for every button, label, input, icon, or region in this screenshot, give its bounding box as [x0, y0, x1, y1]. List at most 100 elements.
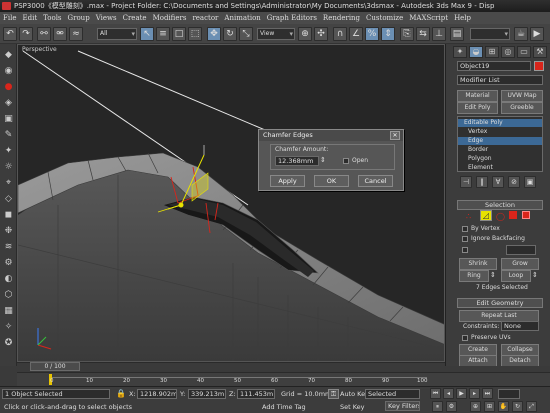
key-icon[interactable]: ⚿	[328, 389, 339, 399]
y-coordinate-input[interactable]: 339.213m	[188, 389, 226, 399]
track-bar[interactable]: 0 10 20 30 40 50 60 70 80 90 100	[17, 372, 550, 386]
select-rotate-icon[interactable]: ↻	[223, 27, 237, 41]
remove-modifier-icon[interactable]: ⊘	[508, 176, 520, 188]
lock-selection-icon[interactable]: 🔒	[116, 389, 126, 399]
menu-maxscript[interactable]: MAXScript	[406, 12, 451, 24]
vertex-mode-icon[interactable]: ∴	[466, 212, 475, 221]
time-bar[interactable]	[17, 362, 445, 372]
stack-item-polygon[interactable]: Polygon	[458, 155, 542, 163]
close-icon[interactable]: ✕	[390, 131, 400, 140]
menu-edit[interactable]: Edit	[19, 12, 40, 24]
named-selection-icon[interactable]: ⎘	[400, 27, 414, 41]
selection-rollout-header[interactable]: Selection	[457, 200, 543, 210]
menu-customize[interactable]: Customize	[363, 12, 406, 24]
constraints-dropdown[interactable]: None	[501, 321, 539, 331]
open-checkbox[interactable]	[343, 158, 349, 164]
zoom-icon[interactable]: ⊕	[470, 401, 481, 412]
render-setup-icon[interactable]: ☕	[514, 27, 528, 41]
snap-toggle-icon[interactable]: ∩	[333, 27, 347, 41]
pan-icon[interactable]: ✋	[498, 401, 509, 412]
greeble-button[interactable]: Greeble	[501, 102, 543, 114]
menu-animation[interactable]: Animation	[221, 12, 263, 24]
motion-icon[interactable]: ◈	[3, 98, 14, 109]
layer-manager-icon[interactable]: ▤	[450, 27, 464, 41]
bind-space-warp-icon[interactable]: ≈	[69, 27, 83, 41]
set-key-button[interactable]: Set Key	[340, 403, 365, 411]
manipulate-icon[interactable]: ✣	[314, 27, 328, 41]
ring-button[interactable]: Ring	[459, 270, 489, 282]
hierarchy-icon[interactable]: ●	[3, 82, 14, 93]
edit-geometry-rollout-header[interactable]: Edit Geometry	[457, 298, 543, 308]
light-icon[interactable]: ☼	[3, 162, 14, 173]
by-angle-checkbox[interactable]	[462, 247, 468, 253]
stack-item-vertex[interactable]: Vertex	[458, 128, 542, 136]
mirror-icon[interactable]: ⇆	[416, 27, 430, 41]
orbit-icon[interactable]: ↻	[512, 401, 523, 412]
motion-tab-icon[interactable]: ◎	[501, 46, 515, 58]
object-name-input[interactable]: Object19	[457, 61, 531, 71]
maximize-viewport-icon[interactable]: ⤢	[526, 401, 537, 412]
modifier-icon[interactable]: ◐	[3, 274, 14, 285]
window-crossing-icon[interactable]: ⬚	[188, 27, 202, 41]
menu-help[interactable]: Help	[451, 12, 474, 24]
menu-tools[interactable]: Tools	[40, 12, 64, 24]
angle-snap-icon[interactable]: ∠	[349, 27, 363, 41]
paint-icon[interactable]: ✦	[3, 146, 14, 157]
create-tab-icon[interactable]: ✦	[453, 46, 467, 58]
link-icon[interactable]: ⚯	[37, 27, 51, 41]
edge-mode-icon[interactable]: ◿	[480, 210, 492, 221]
shrink-button[interactable]: Shrink	[459, 258, 497, 270]
border-mode-icon[interactable]: ◯	[496, 212, 505, 221]
key-mode-toggle-icon[interactable]: ⏸	[432, 401, 443, 412]
chamfer-amount-input[interactable]: 12.368mm	[275, 156, 319, 166]
rectangular-selection-icon[interactable]: □	[172, 27, 186, 41]
shape-icon[interactable]: ◇	[3, 194, 14, 205]
menu-file[interactable]: File	[0, 12, 19, 24]
menu-views[interactable]: Views	[93, 12, 120, 24]
current-frame-input[interactable]	[498, 389, 520, 399]
modify-tab-icon[interactable]: ◒	[469, 46, 483, 58]
show-end-result-icon[interactable]: ‖	[476, 176, 488, 188]
menu-group[interactable]: Group	[65, 12, 93, 24]
next-frame-icon[interactable]: ▸	[469, 388, 480, 399]
selection-filter-dropdown[interactable]: All	[97, 28, 137, 40]
play-icon[interactable]: ▶	[456, 388, 467, 399]
attach-button[interactable]: Attach	[459, 355, 497, 366]
create-icon[interactable]: ◆	[3, 50, 14, 61]
menu-create[interactable]: Create	[120, 12, 150, 24]
select-scale-icon[interactable]: ⤡	[239, 27, 253, 41]
reactor-icon[interactable]: ⬡	[3, 290, 14, 301]
time-slider[interactable]: 0 / 100	[30, 362, 80, 371]
menu-modifiers[interactable]: Modifiers	[150, 12, 190, 24]
by-vertex-checkbox[interactable]	[462, 226, 468, 232]
apply-button[interactable]: Apply	[270, 175, 305, 187]
system-icon[interactable]: ⚙	[3, 258, 14, 269]
polygon-mode-icon[interactable]	[509, 211, 517, 219]
ring-spinner-icon[interactable]: ⇕	[490, 271, 496, 279]
pivot-center-icon[interactable]: ⊕	[298, 27, 312, 41]
perspective-viewport[interactable]: Perspective	[17, 44, 445, 362]
stack-item-element[interactable]: Element	[458, 164, 542, 172]
percent-snap-icon[interactable]: %	[365, 27, 379, 41]
go-to-end-icon[interactable]: ⏭	[482, 388, 493, 399]
spinner-snap-icon[interactable]: ⇕	[381, 27, 395, 41]
select-move-icon[interactable]: ✥	[207, 27, 221, 41]
helper-icon[interactable]: ⌖	[3, 178, 14, 189]
stack-item-border[interactable]: Border	[458, 146, 542, 154]
particle-icon[interactable]: ❉	[3, 226, 14, 237]
reference-coordinate-dropdown[interactable]: View	[257, 28, 295, 40]
ok-button[interactable]: OK	[314, 175, 349, 187]
select-object-icon[interactable]: ↖	[140, 27, 154, 41]
stack-item-editable-poly[interactable]: Editable Poly	[458, 119, 542, 127]
x-coordinate-input[interactable]: 1218.902m	[137, 389, 177, 399]
angle-input[interactable]	[506, 245, 536, 255]
display-icon[interactable]: ▣	[3, 114, 14, 125]
spinner-icon[interactable]: ⇕	[320, 156, 326, 164]
ignore-backfacing-checkbox[interactable]	[462, 236, 468, 242]
loop-button[interactable]: Loop	[501, 270, 531, 282]
key-filters-button[interactable]: Key Filters...	[385, 401, 420, 411]
named-selection-sets-dropdown[interactable]	[470, 28, 510, 40]
unlink-icon[interactable]: ⚮	[53, 27, 67, 41]
go-to-start-icon[interactable]: ⏮	[430, 388, 441, 399]
element-mode-icon[interactable]	[522, 211, 530, 219]
